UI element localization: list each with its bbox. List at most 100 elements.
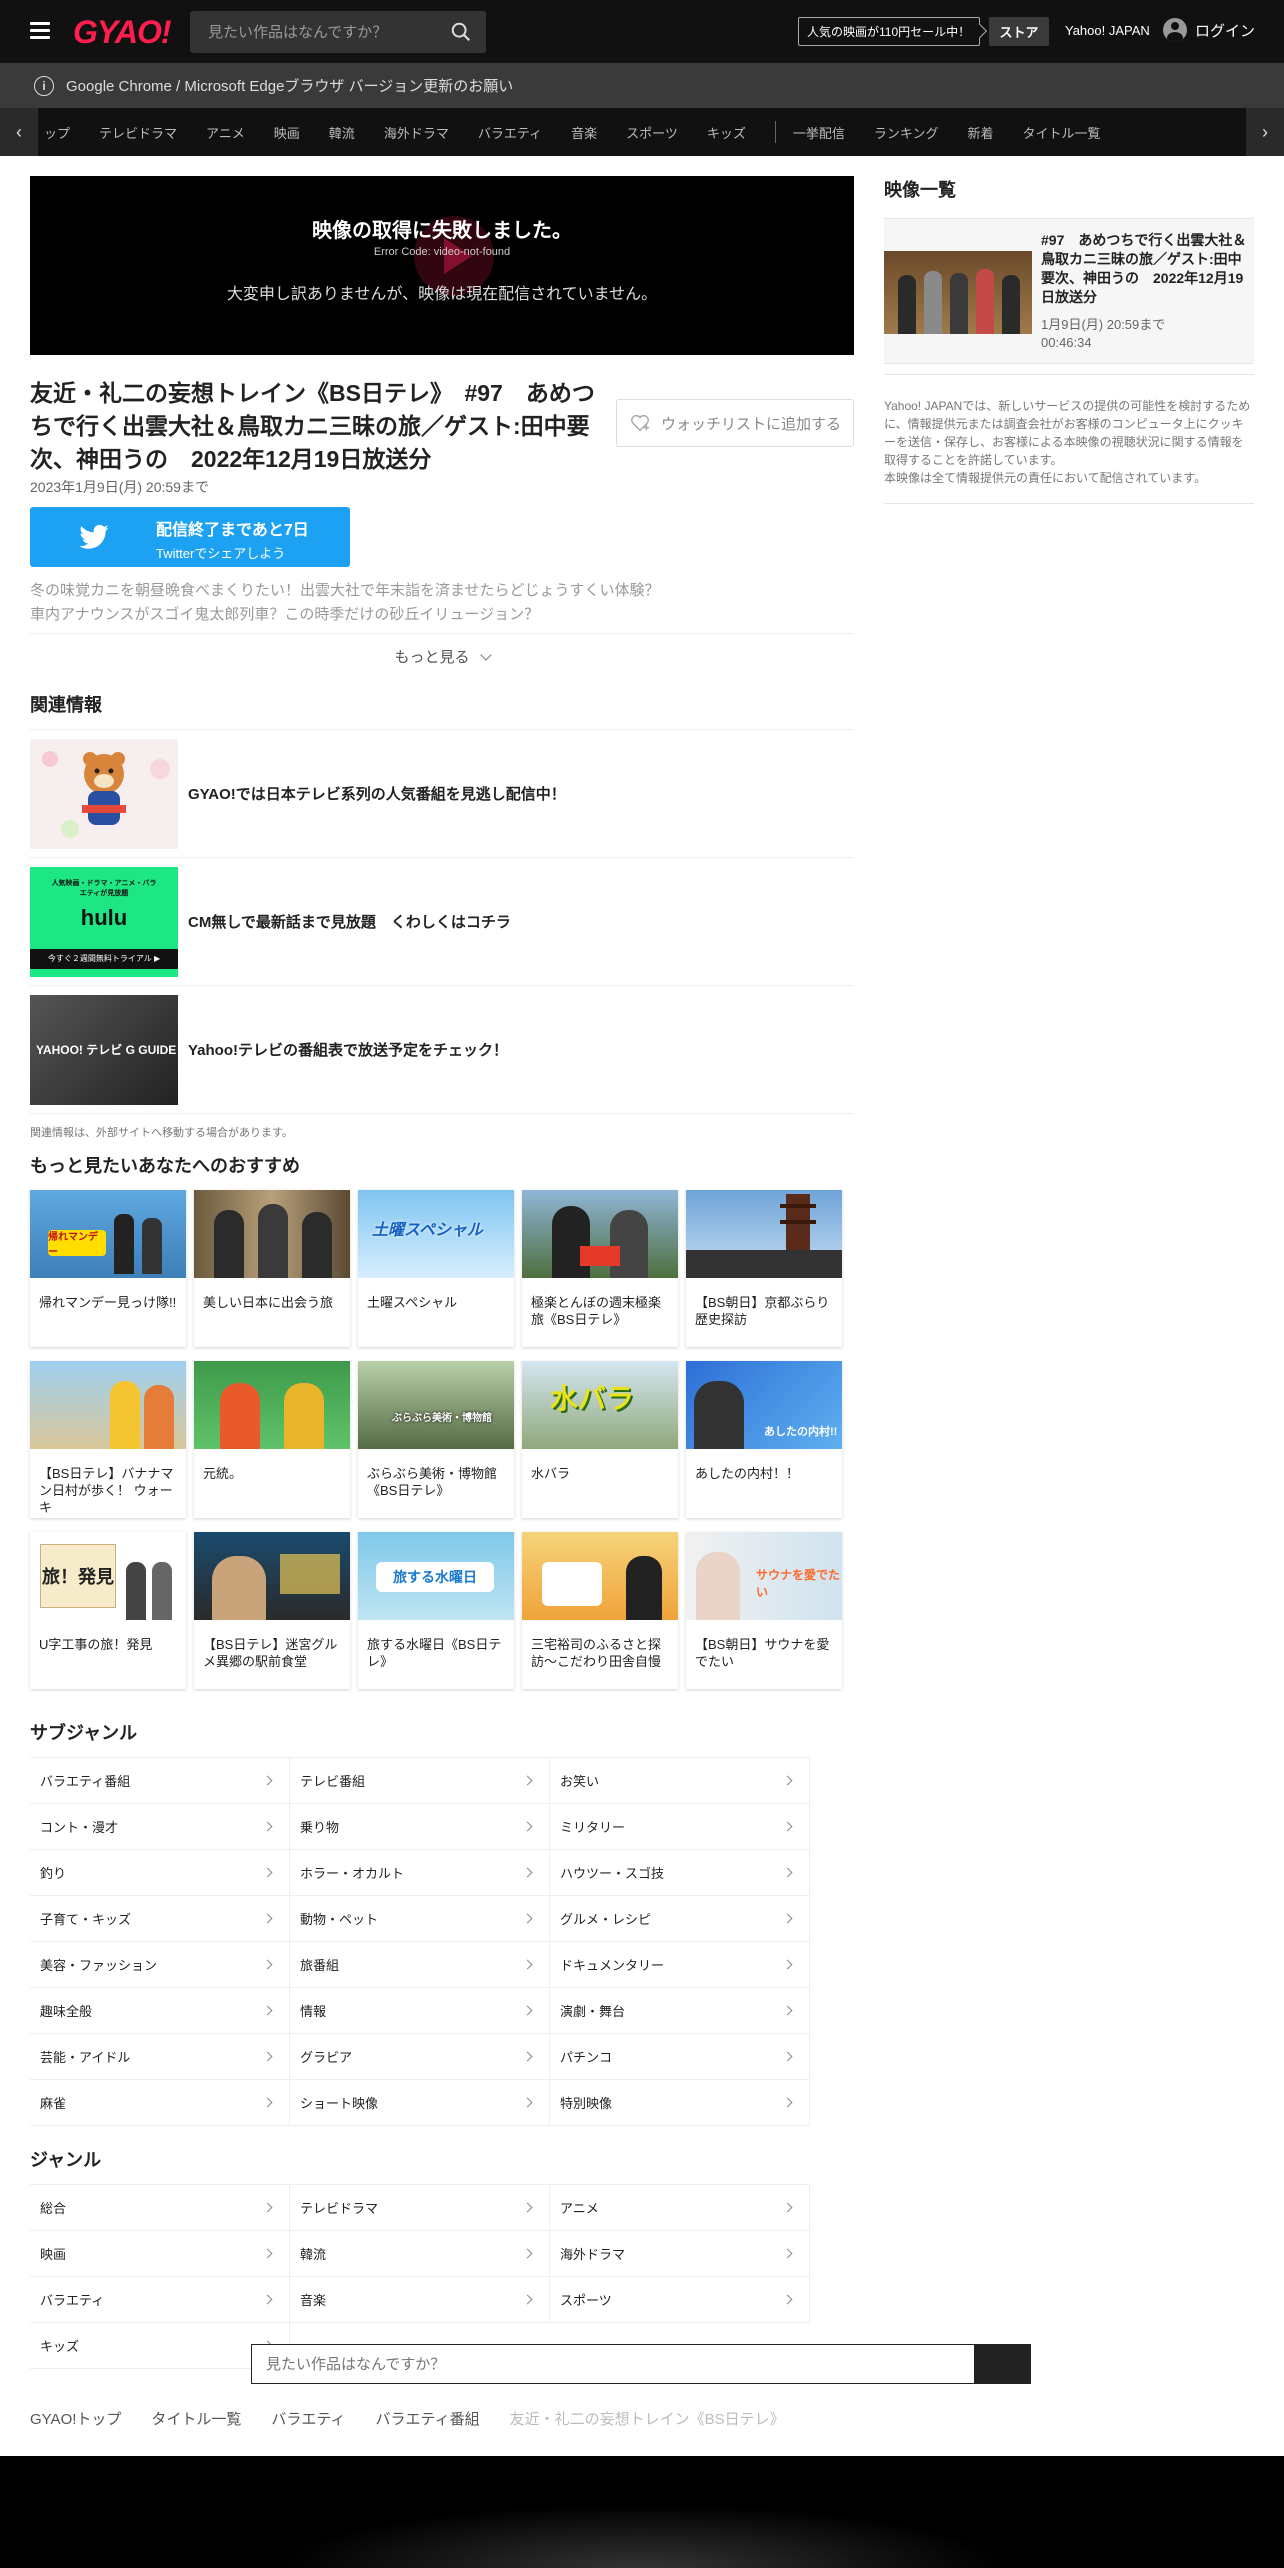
main-content: 映像の取得に失敗しました。 Error Code: video-not-foun… — [30, 176, 854, 2369]
nav-item-overseas-drama[interactable]: 海外ドラマ — [384, 123, 449, 142]
genre-item[interactable]: 映画 — [30, 2231, 290, 2277]
subgenre-item[interactable]: 演劇・舞台 — [550, 1988, 810, 2034]
browser-update-notice[interactable]: i Google Chrome / Microsoft Edgeブラウザ バージ… — [0, 63, 1284, 108]
yahoo-tv-banner: YAHOO! テレビ G GUIDE — [30, 994, 178, 1105]
subgenre-item[interactable]: 旅番組 — [290, 1942, 550, 1988]
movie-sale-button[interactable]: 人気の映画が110円セール中！ — [798, 17, 988, 46]
subgenre-item[interactable]: お笑い — [550, 1758, 810, 1804]
recommend-card[interactable]: 【BS朝日】京都ぶらり歴史探訪 — [686, 1190, 842, 1347]
bottom-search-button[interactable] — [975, 2344, 1031, 2384]
recommend-card[interactable]: 帰れマンデー 帰れマンデー見っけ隊!! — [30, 1190, 186, 1347]
add-to-watchlist-button[interactable]: ウォッチリストに追加する — [616, 399, 854, 447]
subgenre-item[interactable]: コント・漫才 — [30, 1804, 290, 1850]
search-icon[interactable] — [450, 21, 472, 43]
breadcrumb-variety[interactable]: バラエティ — [271, 2408, 345, 2429]
recommend-card[interactable]: 【BS日テレ】バナナマン日村が歩く！ ウォーキ — [30, 1361, 186, 1518]
breadcrumb-variety-program[interactable]: バラエティ番組 — [376, 2408, 480, 2429]
nav-item-ranking[interactable]: ランキング — [874, 123, 939, 142]
genre-item[interactable]: バラエティ — [30, 2277, 290, 2323]
subgenre-item[interactable]: 芸能・アイドル — [30, 2034, 290, 2080]
nav-item-binge[interactable]: 一挙配信 — [793, 123, 845, 142]
subgenre-item[interactable]: グラビア — [290, 2034, 550, 2080]
recommend-card[interactable]: 旅！発見 U字工事の旅！発見 — [30, 1532, 186, 1689]
subgenre-item[interactable]: ショート映像 — [290, 2080, 550, 2126]
nav-item-sports[interactable]: スポーツ — [626, 123, 678, 142]
subgenre-item[interactable]: グルメ・レシピ — [550, 1896, 810, 1942]
recommend-card[interactable]: 水バラ 水バラ — [522, 1361, 678, 1518]
nav-item-kids[interactable]: キッズ — [707, 123, 746, 142]
nav-item-new[interactable]: 新着 — [967, 123, 993, 142]
genre-item[interactable]: スポーツ — [550, 2277, 810, 2323]
genre-item[interactable]: 音楽 — [290, 2277, 550, 2323]
subgenre-item[interactable]: 情報 — [290, 1988, 550, 2034]
recommend-card[interactable]: サウナを愛でたい 【BS朝日】サウナを愛でたい — [686, 1532, 842, 1689]
chevron-right-icon — [262, 2005, 273, 2016]
nav-item-music[interactable]: 音楽 — [571, 123, 597, 142]
genre-item[interactable]: アニメ — [550, 2185, 810, 2231]
nav-item-drama[interactable]: テレビドラマ — [99, 123, 177, 142]
genre-item[interactable]: 韓流 — [290, 2231, 550, 2277]
hulu-banner: 人気映画・ドラマ・アニメ・バラエティが見放題 hulu 今すぐ２週間無料トライア… — [30, 866, 178, 977]
subgenre-item[interactable]: パチンコ — [550, 2034, 810, 2080]
recommend-card[interactable]: 美しい日本に出会う旅 — [194, 1190, 350, 1347]
subgenre-item[interactable]: テレビ番組 — [290, 1758, 550, 1804]
recommend-card[interactable]: 極楽とんぼの週末極楽旅《BS日テレ》 — [522, 1190, 678, 1347]
subgenre-list: バラエティ番組 テレビ番組 お笑いコント・漫才 乗り物 ミリタリー釣り ホラー・オカルトハ… — [30, 1757, 810, 2126]
subgenre-item[interactable]: 美容・ファッション — [30, 1942, 290, 1988]
nav-item-anime[interactable]: アニメ — [206, 123, 245, 142]
nav-item-top[interactable]: ップ — [44, 123, 70, 142]
breadcrumb-title-list[interactable]: タイトル一覧 — [151, 2408, 241, 2429]
video-player[interactable]: 映像の取得に失敗しました。 Error Code: video-not-foun… — [30, 176, 854, 355]
recommend-card[interactable]: あしたの内村!! あしたの内村！！ — [686, 1361, 842, 1518]
menu-icon[interactable] — [30, 22, 50, 40]
subgenre-item[interactable]: 子育て・キッズ — [30, 1896, 290, 1942]
related-item[interactable]: GYAO!では日本テレビ系列の人気番組を見逃し配信中！ — [30, 730, 854, 858]
subgenre-item[interactable]: バラエティ番組 — [30, 1758, 290, 1804]
info-icon: i — [34, 75, 54, 96]
show-more-button[interactable]: もっと見る — [30, 633, 854, 679]
breadcrumb-top[interactable]: GYAO!トップ — [30, 2408, 121, 2429]
login-button[interactable]: ログイン — [1163, 18, 1255, 42]
subgenre-item[interactable]: ミリタリー — [550, 1804, 810, 1850]
chevron-down-icon — [479, 648, 492, 661]
subgenre-item[interactable]: 趣味全般 — [30, 1988, 290, 2034]
player-error-message: 大変申し訳ありませんが、映像は現在配信されていません。 — [226, 286, 658, 303]
subgenre-item[interactable]: 釣り — [30, 1850, 290, 1896]
subgenre-item[interactable]: ホラー・オカルト — [290, 1850, 550, 1896]
genre-item[interactable]: 総合 — [30, 2185, 290, 2231]
bottom-search-input[interactable] — [251, 2344, 975, 2384]
recommend-card[interactable]: ぶらぶら美術・博物館 ぶらぶら美術・博物館《BS日テレ》 — [358, 1361, 514, 1518]
subgenre-item[interactable]: ハウツー・スゴ技 — [550, 1850, 810, 1896]
episode-date: 1月9日(月) 20:59まで — [1041, 317, 1166, 332]
episode-card[interactable]: #97 あめつちで行く出雲大社＆鳥取カニ三昧の旅／ゲスト:田中要次、神田うの 2… — [884, 218, 1254, 364]
related-item[interactable]: 人気映画・ドラマ・アニメ・バラエティが見放題 hulu 今すぐ２週間無料トライア… — [30, 858, 854, 986]
recommend-card[interactable]: 土曜スペシャル 土曜スペシャル — [358, 1190, 514, 1347]
chevron-right-icon — [522, 1775, 533, 1786]
search-input[interactable] — [190, 23, 430, 41]
subgenre-item[interactable]: ドキュメンタリー — [550, 1942, 810, 1988]
genre-item[interactable]: 海外ドラマ — [550, 2231, 810, 2277]
subgenre-item[interactable]: 特別映像 — [550, 2080, 810, 2126]
yahoo-japan-link[interactable]: Yahoo! JAPAN — [1065, 23, 1150, 38]
recommend-card[interactable]: 三宅裕司のふるさと探訪～こだわり田舎自慢 — [522, 1532, 678, 1689]
subgenre-item[interactable]: 乗り物 — [290, 1804, 550, 1850]
nav-scroll-right-icon[interactable]: › — [1246, 108, 1284, 156]
store-button[interactable]: ストア — [989, 17, 1049, 46]
recommend-card[interactable]: 【BS日テレ】迷宮グルメ異郷の駅前食堂 — [194, 1532, 350, 1689]
genre-item[interactable]: テレビドラマ — [290, 2185, 550, 2231]
nav-item-variety[interactable]: バラエティ — [478, 123, 542, 142]
chevron-right-icon — [782, 1913, 793, 1924]
nav-item-movie[interactable]: 映画 — [274, 123, 300, 142]
related-item[interactable]: YAHOO! テレビ G GUIDE Yahoo!テレビの番組表で放送予定をチェ… — [30, 986, 854, 1114]
subgenre-item[interactable]: 麻雀 — [30, 2080, 290, 2126]
recommend-card[interactable]: 元統。 — [194, 1361, 350, 1518]
nav-scroll-left-icon[interactable]: ‹ — [0, 108, 38, 156]
twitter-share-button[interactable]: 配信終了まであと7日 Twitterでシェアしよう — [30, 507, 350, 567]
card-thumbnail: サウナを愛でたい — [686, 1532, 842, 1620]
subgenre-item[interactable]: 動物・ペット — [290, 1896, 550, 1942]
chevron-right-icon — [782, 2248, 793, 2259]
recommend-card[interactable]: 旅する水曜日 旅する水曜日《BS日テレ》 — [358, 1532, 514, 1689]
gyao-logo[interactable]: GYAO! — [73, 14, 172, 51]
nav-item-title-list[interactable]: タイトル一覧 — [1023, 123, 1101, 142]
nav-item-korean[interactable]: 韓流 — [329, 123, 355, 142]
